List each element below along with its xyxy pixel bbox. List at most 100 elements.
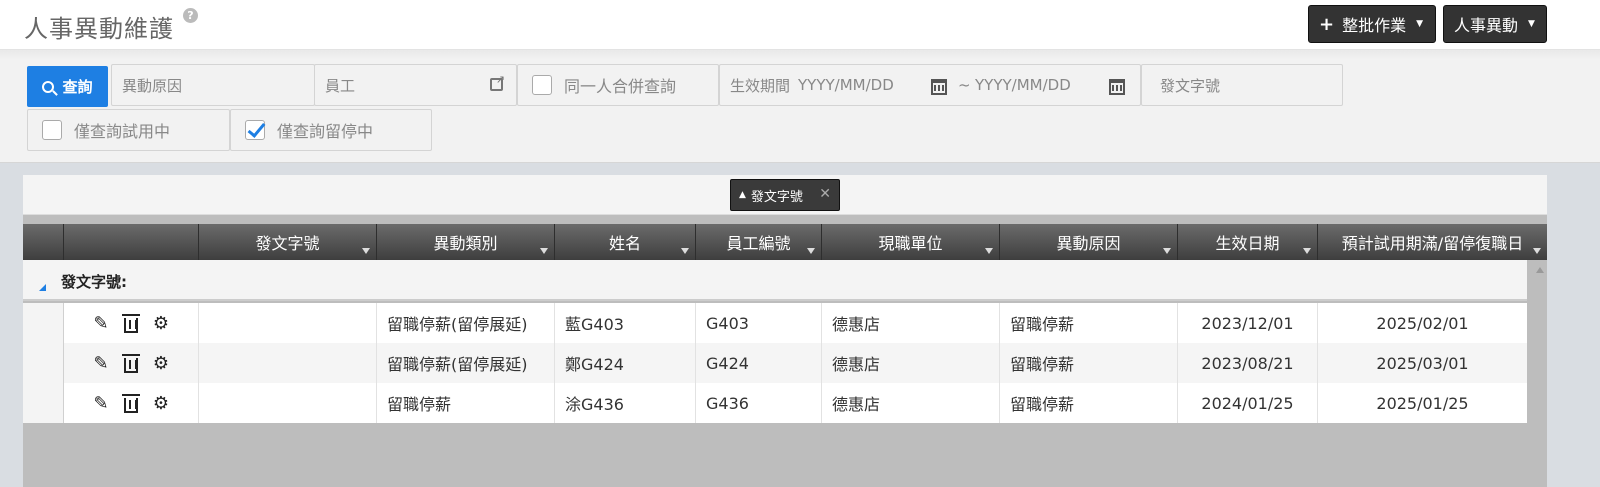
close-icon[interactable]: ✕: [819, 186, 831, 202]
cell-type: 留職停薪(留停展延): [377, 343, 555, 383]
search-icon: [42, 80, 55, 93]
table-row[interactable]: ✎ ⚙ 留職停薪(留停展延) 鄭G424 G424 德惠店 留職停薪 2023/…: [23, 343, 1527, 383]
leave-checkbox-box[interactable]: [245, 120, 265, 140]
cell-unit: 德惠店: [822, 383, 1000, 423]
column-header-label: 生效日期: [1215, 234, 1280, 253]
grid-empty-area: [23, 423, 1527, 487]
caret-down-icon: ▼: [1416, 19, 1424, 29]
date-separator: ~: [958, 76, 971, 94]
cell-emp-no: G403: [696, 303, 822, 343]
cell-name: 鄭G424: [555, 343, 696, 383]
collapse-icon[interactable]: [39, 284, 46, 291]
filter-icon[interactable]: [681, 248, 689, 254]
query-button[interactable]: 查詢: [27, 66, 108, 107]
cell-name: 藍G403: [555, 303, 696, 343]
hr-change-label: 人事異動: [1454, 16, 1519, 35]
row-gutter: [23, 343, 64, 383]
calendar-icon[interactable]: [1109, 79, 1125, 95]
column-header[interactable]: 發文字號: [199, 224, 377, 260]
column-header-label: 員工編號: [726, 234, 791, 253]
leave-checkbox[interactable]: 僅查詢留停中: [230, 109, 432, 151]
leave-label: 僅查詢留停中: [277, 122, 374, 141]
data-grid: ▲ 發文字號 ✕ 發文字號 異動類別 姓名 員工編號 現職單位 異動原因 生效日…: [23, 175, 1547, 487]
cell-unit: 德惠店: [822, 343, 1000, 383]
delete-icon[interactable]: [120, 392, 142, 414]
table-row[interactable]: ✎ ⚙ 留職停薪(留停展延) 藍G403 G403 德惠店 留職停薪 2023/…: [23, 303, 1527, 343]
external-link-icon[interactable]: [490, 73, 505, 91]
filter-icon[interactable]: [540, 248, 548, 254]
employee-input[interactable]: 員工: [314, 64, 517, 106]
calendar-icon[interactable]: [931, 79, 947, 95]
group-chip-label: 發文字號: [750, 189, 803, 205]
column-header-label: 異動原因: [1056, 234, 1121, 253]
column-header-label: 姓名: [608, 234, 641, 253]
scroll-up-icon[interactable]: [1536, 267, 1544, 273]
cell-reason: 留職停薪: [1000, 303, 1178, 343]
merge-checkbox-box[interactable]: [532, 75, 552, 95]
trial-checkbox[interactable]: 僅查詢試用中: [27, 109, 230, 151]
reason-input[interactable]: 異動原因: [111, 64, 315, 106]
cell-doc-no: [199, 383, 377, 423]
employee-placeholder: 員工: [325, 76, 356, 95]
column-header[interactable]: 異動類別: [377, 224, 555, 260]
date-to-input[interactable]: YYYY/MM/DD: [975, 76, 1071, 94]
batch-operation-label: 整批作業: [1342, 16, 1407, 35]
column-header[interactable]: 員工編號: [696, 224, 822, 260]
cell-emp-no: G436: [696, 383, 822, 423]
group-row[interactable]: 發文字號:: [23, 260, 1527, 301]
delete-icon[interactable]: [120, 352, 142, 374]
column-header[interactable]: 姓名: [555, 224, 696, 260]
date-from-input[interactable]: YYYY/MM/DD: [798, 76, 894, 94]
query-label: 查詢: [62, 78, 93, 96]
column-header-label: 異動類別: [433, 234, 498, 253]
filter-icon[interactable]: [807, 248, 815, 254]
table-body: ✎ ⚙ 留職停薪(留停展延) 藍G403 G403 德惠店 留職停薪 2023/…: [23, 303, 1527, 423]
gear-icon[interactable]: ⚙: [150, 352, 172, 374]
filter-icon[interactable]: [985, 248, 993, 254]
doc-no-input[interactable]: 發文字號: [1141, 64, 1343, 106]
cell-effective: 2024/01/25: [1178, 383, 1318, 423]
row-actions: ✎ ⚙: [64, 303, 199, 343]
row-gutter: [23, 383, 64, 423]
merge-checkbox[interactable]: 同一人合併查詢: [517, 64, 719, 106]
cell-reason: 留職停薪: [1000, 343, 1178, 383]
filter-icon[interactable]: [1303, 248, 1311, 254]
help-icon[interactable]: ?: [183, 8, 198, 23]
trial-label: 僅查詢試用中: [74, 122, 171, 141]
gear-icon[interactable]: ⚙: [150, 392, 172, 414]
edit-icon[interactable]: ✎: [90, 392, 112, 414]
row-gutter: [23, 303, 64, 343]
cell-emp-no: G424: [696, 343, 822, 383]
gear-icon[interactable]: ⚙: [150, 312, 172, 334]
edit-icon[interactable]: ✎: [90, 352, 112, 374]
trial-checkbox-box[interactable]: [42, 120, 62, 140]
group-chip[interactable]: ▲ 發文字號 ✕: [730, 179, 840, 211]
doc-no-placeholder: 發文字號: [1160, 76, 1221, 95]
cell-expected: 2025/02/01: [1376, 313, 1469, 333]
row-actions: ✎ ⚙: [64, 383, 199, 423]
column-header[interactable]: 異動原因: [1000, 224, 1178, 260]
plus-icon: +: [1319, 13, 1335, 35]
filter-icon[interactable]: [362, 248, 370, 254]
group-row-label: 發文字號:: [61, 273, 127, 291]
column-header-label: 現職單位: [878, 234, 943, 253]
column-header-label: 發文字號: [255, 234, 320, 253]
column-header[interactable]: 預計試用期滿/留停復職日: [1318, 224, 1547, 260]
table-row[interactable]: ✎ ⚙ 留職停薪 涂G436 G436 德惠店 留職停薪 2024/01/25 …: [23, 383, 1527, 423]
hr-change-button[interactable]: 人事異動 ▼: [1443, 5, 1547, 43]
filter-icon[interactable]: [1163, 248, 1171, 254]
cell-effective: 2023/12/01: [1178, 303, 1318, 343]
column-header-label: 預計試用期滿/留停復職日: [1341, 234, 1524, 253]
filter-icon[interactable]: [1533, 248, 1541, 254]
column-header[interactable]: 生效日期: [1178, 224, 1318, 260]
page-title: 人事異動維護: [24, 15, 174, 43]
cell-expected: 2025/01/25: [1376, 393, 1469, 413]
reason-placeholder: 異動原因: [122, 76, 183, 95]
cell-effective: 2023/08/21: [1178, 343, 1318, 383]
batch-operation-button[interactable]: + 整批作業 ▼: [1308, 5, 1436, 43]
row-actions: ✎ ⚙: [64, 343, 199, 383]
column-header[interactable]: 現職單位: [822, 224, 1000, 260]
delete-icon[interactable]: [120, 312, 142, 334]
table-header: 發文字號 異動類別 姓名 員工編號 現職單位 異動原因 生效日期 預計試用期滿/…: [23, 224, 1547, 260]
edit-icon[interactable]: ✎: [90, 312, 112, 334]
